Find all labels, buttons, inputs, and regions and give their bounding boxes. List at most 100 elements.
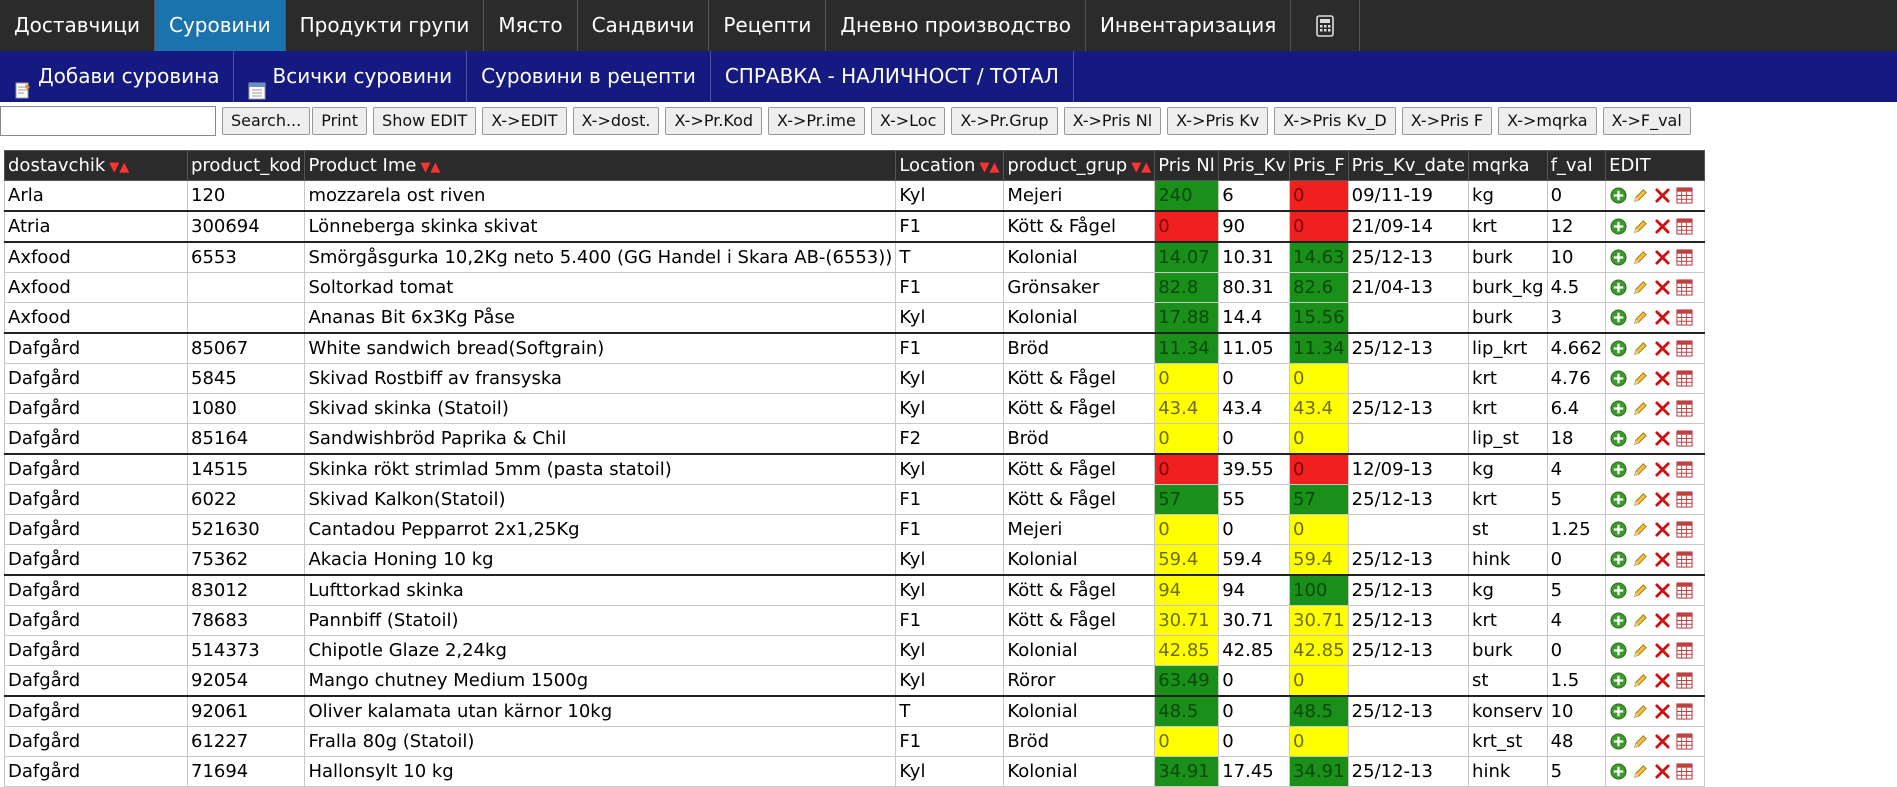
tab-4[interactable]: Сандвичи xyxy=(578,0,710,51)
delete-icon[interactable] xyxy=(1653,642,1671,660)
delete-icon[interactable] xyxy=(1653,612,1671,630)
toolbar-button-11[interactable]: X->Pris Kv_D xyxy=(1274,107,1396,135)
table-edit-icon[interactable] xyxy=(1675,582,1693,600)
table-edit-icon[interactable] xyxy=(1675,461,1693,479)
add-icon[interactable] xyxy=(1609,370,1627,388)
add-icon[interactable] xyxy=(1609,218,1627,236)
add-icon[interactable] xyxy=(1609,582,1627,600)
column-header-1[interactable]: product_kod xyxy=(186,150,306,181)
toolbar-button-13[interactable]: X->mqrka xyxy=(1498,107,1597,135)
pencil-icon[interactable] xyxy=(1631,703,1649,721)
toolbar-button-3[interactable]: X->EDIT xyxy=(482,107,567,135)
table-edit-icon[interactable] xyxy=(1675,703,1693,721)
pencil-icon[interactable] xyxy=(1631,249,1649,267)
search-input[interactable] xyxy=(0,106,216,136)
column-header-8[interactable]: Pris_Kv_date xyxy=(1347,150,1470,181)
table-edit-icon[interactable] xyxy=(1675,218,1693,236)
pencil-icon[interactable] xyxy=(1631,642,1649,660)
table-edit-icon[interactable] xyxy=(1675,612,1693,630)
tab-2[interactable]: Продукти групи xyxy=(286,0,485,51)
delete-icon[interactable] xyxy=(1653,551,1671,569)
pencil-icon[interactable] xyxy=(1631,340,1649,358)
sort-arrows-icon[interactable]: ▼▲ xyxy=(979,160,999,175)
table-edit-icon[interactable] xyxy=(1675,491,1693,509)
pencil-icon[interactable] xyxy=(1631,551,1649,569)
delete-icon[interactable] xyxy=(1653,187,1671,205)
pencil-icon[interactable] xyxy=(1631,733,1649,751)
add-icon[interactable] xyxy=(1609,763,1627,781)
delete-icon[interactable] xyxy=(1653,370,1671,388)
add-icon[interactable] xyxy=(1609,279,1627,297)
add-icon[interactable] xyxy=(1609,187,1627,205)
tab-0[interactable]: Доставчици xyxy=(0,0,155,51)
pencil-icon[interactable] xyxy=(1631,461,1649,479)
tab-1[interactable]: Суровини xyxy=(154,0,286,51)
sort-arrows-icon[interactable]: ▼▲ xyxy=(109,160,129,175)
delete-icon[interactable] xyxy=(1653,703,1671,721)
column-header-0[interactable]: dostavchik ▼▲ xyxy=(4,150,188,181)
add-icon[interactable] xyxy=(1609,703,1627,721)
add-icon[interactable] xyxy=(1609,461,1627,479)
pencil-icon[interactable] xyxy=(1631,187,1649,205)
add-icon[interactable] xyxy=(1609,733,1627,751)
subnav-item-3[interactable]: СПРАВКА - НАЛИЧНОСТ / ТОТАЛ xyxy=(711,51,1074,102)
toolbar-button-0[interactable]: Search... xyxy=(222,107,311,135)
delete-icon[interactable] xyxy=(1653,249,1671,267)
table-edit-icon[interactable] xyxy=(1675,521,1693,539)
delete-icon[interactable] xyxy=(1653,400,1671,418)
add-icon[interactable] xyxy=(1609,400,1627,418)
sort-arrows-icon[interactable]: ▼▲ xyxy=(1131,160,1151,175)
table-edit-icon[interactable] xyxy=(1675,340,1693,358)
toolbar-button-9[interactable]: X->Pris Nl xyxy=(1063,107,1162,135)
table-edit-icon[interactable] xyxy=(1675,249,1693,267)
subnav-item-0[interactable]: Добави суровина xyxy=(0,51,235,102)
column-header-11[interactable]: EDIT xyxy=(1605,150,1706,181)
toolbar-button-5[interactable]: X->Pr.Kod xyxy=(665,107,763,135)
column-header-3[interactable]: Location ▼▲ xyxy=(895,150,1005,181)
tab-3[interactable]: Място xyxy=(484,0,578,51)
toolbar-button-8[interactable]: X->Pr.Grup xyxy=(951,107,1058,135)
table-edit-icon[interactable] xyxy=(1675,309,1693,327)
add-icon[interactable] xyxy=(1609,612,1627,630)
delete-icon[interactable] xyxy=(1653,218,1671,236)
pencil-icon[interactable] xyxy=(1631,491,1649,509)
pencil-icon[interactable] xyxy=(1631,521,1649,539)
add-icon[interactable] xyxy=(1609,309,1627,327)
calculator-icon[interactable] xyxy=(1291,0,1361,51)
table-edit-icon[interactable] xyxy=(1675,642,1693,660)
table-edit-icon[interactable] xyxy=(1675,763,1693,781)
tab-5[interactable]: Рецепти xyxy=(709,0,827,51)
add-icon[interactable] xyxy=(1609,491,1627,509)
toolbar-button-12[interactable]: X->Pris F xyxy=(1401,107,1493,135)
add-icon[interactable] xyxy=(1609,521,1627,539)
column-header-2[interactable]: Product Ime ▼▲ xyxy=(304,150,897,181)
column-header-6[interactable]: Pris_Kv xyxy=(1218,150,1290,181)
pencil-icon[interactable] xyxy=(1631,763,1649,781)
table-edit-icon[interactable] xyxy=(1675,430,1693,448)
column-header-10[interactable]: f_val xyxy=(1546,150,1607,181)
column-header-9[interactable]: mqrka xyxy=(1468,150,1548,181)
column-header-4[interactable]: product_grup ▼▲ xyxy=(1003,150,1156,181)
subnav-item-1[interactable]: Всички суровини xyxy=(234,51,468,102)
pencil-icon[interactable] xyxy=(1631,430,1649,448)
toolbar-button-6[interactable]: X->Pr.ime xyxy=(768,107,865,135)
delete-icon[interactable] xyxy=(1653,430,1671,448)
add-icon[interactable] xyxy=(1609,340,1627,358)
delete-icon[interactable] xyxy=(1653,733,1671,751)
add-icon[interactable] xyxy=(1609,672,1627,690)
add-icon[interactable] xyxy=(1609,430,1627,448)
table-edit-icon[interactable] xyxy=(1675,733,1693,751)
tab-6[interactable]: Дневно производство xyxy=(826,0,1086,51)
toolbar-button-1[interactable]: Print xyxy=(312,107,368,135)
table-edit-icon[interactable] xyxy=(1675,400,1693,418)
column-header-7[interactable]: Pris_F xyxy=(1289,150,1349,181)
toolbar-button-7[interactable]: X->Loc xyxy=(870,107,946,135)
toolbar-button-2[interactable]: Show EDIT xyxy=(373,107,477,135)
table-edit-icon[interactable] xyxy=(1675,672,1693,690)
delete-icon[interactable] xyxy=(1653,279,1671,297)
pencil-icon[interactable] xyxy=(1631,582,1649,600)
tab-7[interactable]: Инвентаризация xyxy=(1086,0,1292,51)
delete-icon[interactable] xyxy=(1653,763,1671,781)
delete-icon[interactable] xyxy=(1653,521,1671,539)
toolbar-button-4[interactable]: X->dost. xyxy=(572,107,660,135)
